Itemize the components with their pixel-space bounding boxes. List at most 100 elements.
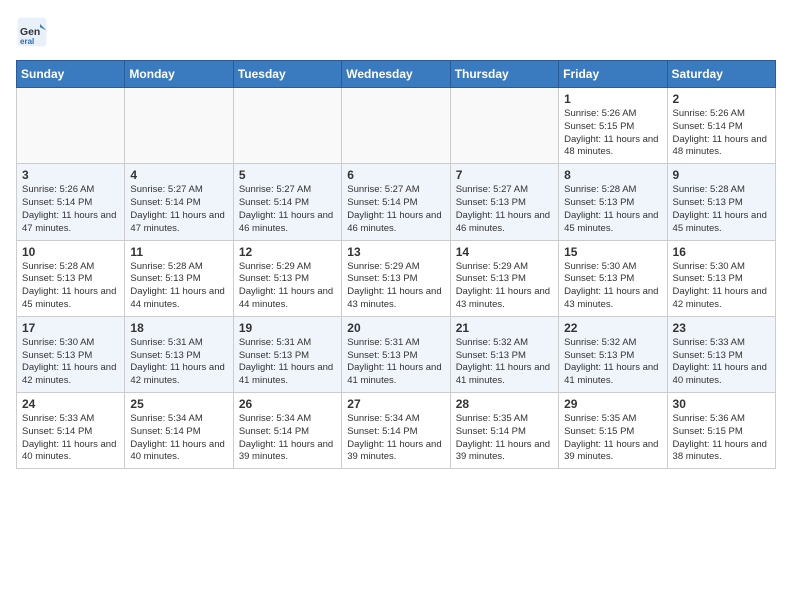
page: Gen eral SundayMondayTuesdayWednesdayThu… xyxy=(0,0,792,485)
day-info: Sunrise: 5:31 AM Sunset: 5:13 PM Dayligh… xyxy=(130,337,227,388)
calendar-cell: 21 Sunrise: 5:32 AM Sunset: 5:13 PM Dayli… xyxy=(450,316,558,392)
day-number: 23 xyxy=(673,321,770,335)
calendar-cell: 1 Sunrise: 5:26 AM Sunset: 5:15 PM Daylig… xyxy=(559,88,667,164)
header: Gen eral xyxy=(16,16,776,48)
day-info: Sunrise: 5:36 AM Sunset: 5:15 PM Dayligh… xyxy=(673,413,770,464)
calendar-week-row: 1 Sunrise: 5:26 AM Sunset: 5:15 PM Daylig… xyxy=(17,88,776,164)
weekday-header-saturday: Saturday xyxy=(667,61,775,88)
calendar-cell: 8 Sunrise: 5:28 AM Sunset: 5:13 PM Daylig… xyxy=(559,164,667,240)
weekday-header-wednesday: Wednesday xyxy=(342,61,450,88)
day-info: Sunrise: 5:28 AM Sunset: 5:13 PM Dayligh… xyxy=(564,184,661,235)
day-number: 7 xyxy=(456,168,553,182)
day-number: 18 xyxy=(130,321,227,335)
day-info: Sunrise: 5:34 AM Sunset: 5:14 PM Dayligh… xyxy=(130,413,227,464)
day-info: Sunrise: 5:27 AM Sunset: 5:14 PM Dayligh… xyxy=(239,184,336,235)
calendar-cell: 28Sunrise: 5:35 AM Sunset: 5:14 PM Dayli… xyxy=(450,393,558,469)
logo-icon: Gen eral xyxy=(16,16,48,48)
day-number: 26 xyxy=(239,397,336,411)
day-number: 10 xyxy=(22,245,119,259)
day-number: 19 xyxy=(239,321,336,335)
day-number: 9 xyxy=(673,168,770,182)
day-info: Sunrise: 5:28 AM Sunset: 5:13 PM Dayligh… xyxy=(673,184,770,235)
calendar-table: SundayMondayTuesdayWednesdayThursdayFrid… xyxy=(16,60,776,469)
logo: Gen eral xyxy=(16,16,52,48)
calendar-cell: 18 Sunrise: 5:31 AM Sunset: 5:13 PM Dayli… xyxy=(125,316,233,392)
day-number: 28 xyxy=(456,397,553,411)
calendar-cell: 16 Sunrise: 5:30 AM Sunset: 5:13 PM Dayli… xyxy=(667,240,775,316)
day-info: Sunrise: 5:35 AM Sunset: 5:15 PM Dayligh… xyxy=(564,413,661,464)
day-number: 14 xyxy=(456,245,553,259)
svg-text:eral: eral xyxy=(20,37,34,46)
day-number: 21 xyxy=(456,321,553,335)
day-info: Sunrise: 5:27 AM Sunset: 5:14 PM Dayligh… xyxy=(347,184,444,235)
calendar-cell: 3 Sunrise: 5:26 AM Sunset: 5:14 PM Daylig… xyxy=(17,164,125,240)
day-info: Sunrise: 5:27 AM Sunset: 5:14 PM Dayligh… xyxy=(130,184,227,235)
calendar-cell: 20 Sunrise: 5:31 AM Sunset: 5:13 PM Dayli… xyxy=(342,316,450,392)
calendar-cell: 30 Sunrise: 5:36 AM Sunset: 5:15 PM Dayli… xyxy=(667,393,775,469)
day-info: Sunrise: 5:28 AM Sunset: 5:13 PM Dayligh… xyxy=(130,261,227,312)
weekday-header-sunday: Sunday xyxy=(17,61,125,88)
calendar-cell: 27 Sunrise: 5:34 AM Sunset: 5:14 PM Dayli… xyxy=(342,393,450,469)
day-number: 16 xyxy=(673,245,770,259)
weekday-header-row: SundayMondayTuesdayWednesdayThursdayFrid… xyxy=(17,61,776,88)
calendar-cell: 22Sunrise: 5:32 AM Sunset: 5:13 PM Dayli… xyxy=(559,316,667,392)
calendar-cell: 17 Sunrise: 5:30 AM Sunset: 5:13 PM Dayli… xyxy=(17,316,125,392)
day-info: Sunrise: 5:32 AM Sunset: 5:13 PM Dayligh… xyxy=(456,337,553,388)
calendar-cell: 12 Sunrise: 5:29 AM Sunset: 5:13 PM Dayli… xyxy=(233,240,341,316)
day-number: 12 xyxy=(239,245,336,259)
calendar-cell: 15Sunrise: 5:30 AM Sunset: 5:13 PM Dayli… xyxy=(559,240,667,316)
day-number: 5 xyxy=(239,168,336,182)
calendar-cell: 9 Sunrise: 5:28 AM Sunset: 5:13 PM Daylig… xyxy=(667,164,775,240)
day-info: Sunrise: 5:29 AM Sunset: 5:13 PM Dayligh… xyxy=(239,261,336,312)
calendar-cell: 10Sunrise: 5:28 AM Sunset: 5:13 PM Dayli… xyxy=(17,240,125,316)
calendar-cell: 23 Sunrise: 5:33 AM Sunset: 5:13 PM Dayli… xyxy=(667,316,775,392)
day-info: Sunrise: 5:30 AM Sunset: 5:13 PM Dayligh… xyxy=(22,337,119,388)
day-info: Sunrise: 5:31 AM Sunset: 5:13 PM Dayligh… xyxy=(239,337,336,388)
calendar-week-row: 17 Sunrise: 5:30 AM Sunset: 5:13 PM Dayli… xyxy=(17,316,776,392)
weekday-header-tuesday: Tuesday xyxy=(233,61,341,88)
day-info: Sunrise: 5:27 AM Sunset: 5:13 PM Dayligh… xyxy=(456,184,553,235)
calendar-cell: 29Sunrise: 5:35 AM Sunset: 5:15 PM Dayli… xyxy=(559,393,667,469)
day-number: 8 xyxy=(564,168,661,182)
day-info: Sunrise: 5:26 AM Sunset: 5:14 PM Dayligh… xyxy=(673,108,770,159)
day-info: Sunrise: 5:29 AM Sunset: 5:13 PM Dayligh… xyxy=(456,261,553,312)
calendar-cell: 25Sunrise: 5:34 AM Sunset: 5:14 PM Dayli… xyxy=(125,393,233,469)
day-number: 1 xyxy=(564,92,661,106)
calendar-cell: 13 Sunrise: 5:29 AM Sunset: 5:13 PM Dayli… xyxy=(342,240,450,316)
calendar-cell xyxy=(17,88,125,164)
day-info: Sunrise: 5:33 AM Sunset: 5:14 PM Dayligh… xyxy=(22,413,119,464)
day-info: Sunrise: 5:30 AM Sunset: 5:13 PM Dayligh… xyxy=(673,261,770,312)
calendar-cell xyxy=(450,88,558,164)
day-number: 3 xyxy=(22,168,119,182)
day-info: Sunrise: 5:34 AM Sunset: 5:14 PM Dayligh… xyxy=(347,413,444,464)
day-number: 6 xyxy=(347,168,444,182)
day-info: Sunrise: 5:33 AM Sunset: 5:13 PM Dayligh… xyxy=(673,337,770,388)
calendar-cell: 14 Sunrise: 5:29 AM Sunset: 5:13 PM Dayli… xyxy=(450,240,558,316)
day-info: Sunrise: 5:31 AM Sunset: 5:13 PM Dayligh… xyxy=(347,337,444,388)
calendar-week-row: 3 Sunrise: 5:26 AM Sunset: 5:14 PM Daylig… xyxy=(17,164,776,240)
calendar-week-row: 24 Sunrise: 5:33 AM Sunset: 5:14 PM Dayli… xyxy=(17,393,776,469)
day-number: 27 xyxy=(347,397,444,411)
weekday-header-friday: Friday xyxy=(559,61,667,88)
calendar-cell: 4 Sunrise: 5:27 AM Sunset: 5:14 PM Daylig… xyxy=(125,164,233,240)
calendar-cell: 26Sunrise: 5:34 AM Sunset: 5:14 PM Dayli… xyxy=(233,393,341,469)
weekday-header-thursday: Thursday xyxy=(450,61,558,88)
calendar-cell xyxy=(233,88,341,164)
day-number: 4 xyxy=(130,168,227,182)
calendar-cell: 2Sunrise: 5:26 AM Sunset: 5:14 PM Daylig… xyxy=(667,88,775,164)
calendar-cell: 11 Sunrise: 5:28 AM Sunset: 5:13 PM Dayli… xyxy=(125,240,233,316)
weekday-header-monday: Monday xyxy=(125,61,233,88)
calendar-cell: 6 Sunrise: 5:27 AM Sunset: 5:14 PM Daylig… xyxy=(342,164,450,240)
day-number: 30 xyxy=(673,397,770,411)
calendar-cell xyxy=(342,88,450,164)
day-info: Sunrise: 5:26 AM Sunset: 5:14 PM Dayligh… xyxy=(22,184,119,235)
day-number: 24 xyxy=(22,397,119,411)
day-info: Sunrise: 5:29 AM Sunset: 5:13 PM Dayligh… xyxy=(347,261,444,312)
day-number: 22 xyxy=(564,321,661,335)
day-number: 20 xyxy=(347,321,444,335)
day-number: 11 xyxy=(130,245,227,259)
calendar-cell: 24 Sunrise: 5:33 AM Sunset: 5:14 PM Dayli… xyxy=(17,393,125,469)
day-number: 13 xyxy=(347,245,444,259)
day-info: Sunrise: 5:26 AM Sunset: 5:15 PM Dayligh… xyxy=(564,108,661,159)
day-number: 17 xyxy=(22,321,119,335)
